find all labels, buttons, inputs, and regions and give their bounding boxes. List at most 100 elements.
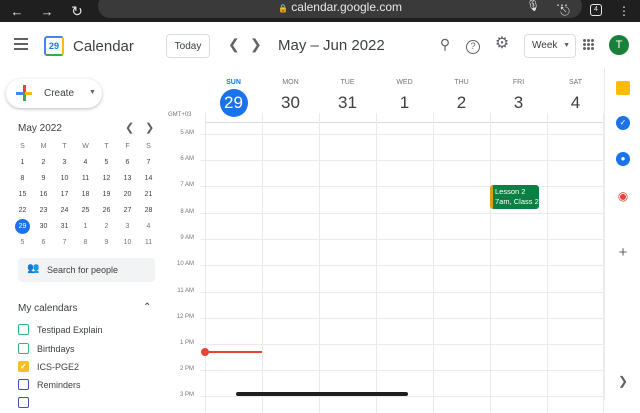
help-icon[interactable]: ? xyxy=(465,36,481,54)
day-header[interactable]: FRI 3 xyxy=(490,76,547,117)
chevron-left-icon[interactable]: ❮ xyxy=(228,36,240,53)
day-column-line xyxy=(262,113,263,413)
hour-line xyxy=(200,292,604,293)
weekday-header: W xyxy=(82,143,89,150)
back-arrow-icon[interactable]: ← xyxy=(8,0,26,22)
mini-day[interactable]: 2 xyxy=(33,155,54,171)
avatar[interactable]: T xyxy=(609,35,629,55)
mini-day[interactable]: 9 xyxy=(96,235,117,251)
mini-day[interactable]: 16 xyxy=(33,187,54,203)
mini-day[interactable]: 25 xyxy=(75,203,96,219)
mini-day[interactable]: 27 xyxy=(117,203,138,219)
day-header[interactable]: THU 2 xyxy=(433,76,490,117)
mini-day[interactable]: 15 xyxy=(12,187,33,203)
create-button[interactable]: Create ▼ xyxy=(6,79,102,108)
mini-day[interactable]: 14 xyxy=(138,171,159,187)
mini-day[interactable]: 2 xyxy=(96,219,117,235)
mini-day[interactable]: 4 xyxy=(75,155,96,171)
mini-day[interactable]: 6 xyxy=(33,235,54,251)
mini-week-row: 22 23 24 25 26 27 28 xyxy=(12,203,159,219)
mini-day[interactable]: 9 xyxy=(33,171,54,187)
mini-day[interactable]: 18 xyxy=(75,187,96,203)
checkbox[interactable] xyxy=(18,397,29,408)
mini-day[interactable]: 22 xyxy=(12,203,33,219)
reload-icon[interactable]: ↻ xyxy=(68,0,86,22)
calendar-event[interactable]: Lesson 2 7am, Class 2 xyxy=(490,185,539,209)
view-selector[interactable]: Week ▼ xyxy=(524,34,576,58)
mini-day[interactable]: 30 xyxy=(33,219,54,235)
share-icon[interactable]: ⎋ xyxy=(557,0,573,22)
mini-day[interactable]: 11 xyxy=(138,235,159,251)
mini-day[interactable]: 3 xyxy=(117,219,138,235)
today-button[interactable]: Today xyxy=(166,34,210,58)
mini-day[interactable]: 1 xyxy=(75,219,96,235)
weekday-header: T xyxy=(62,143,67,150)
mini-day[interactable]: 10 xyxy=(117,235,138,251)
contacts-icon[interactable]: ● xyxy=(616,152,630,166)
day-header[interactable]: SUN 29 xyxy=(205,76,262,117)
mini-day[interactable]: 24 xyxy=(54,203,75,219)
mini-day[interactable]: 11 xyxy=(75,171,96,187)
mini-day[interactable]: 26 xyxy=(96,203,117,219)
mini-week-row: 8 9 10 11 12 13 14 xyxy=(12,171,159,187)
mini-next-icon[interactable]: ❯ xyxy=(145,121,154,134)
mini-day[interactable]: 21 xyxy=(138,187,159,203)
week-grid[interactable] xyxy=(200,113,604,413)
apps-icon[interactable] xyxy=(583,39,594,50)
mini-calendar-title: May 2022 xyxy=(18,123,62,134)
my-calendars-title[interactable]: My calendars xyxy=(18,303,77,314)
mini-day[interactable]: 7 xyxy=(54,235,75,251)
mini-day[interactable]: 20 xyxy=(117,187,138,203)
chevron-right-icon[interactable]: ❯ xyxy=(250,36,262,53)
mini-day[interactable]: 23 xyxy=(33,203,54,219)
mini-day[interactable]: 5 xyxy=(12,235,33,251)
checkbox[interactable] xyxy=(18,343,29,354)
hour-line xyxy=(200,370,604,371)
chevron-up-icon[interactable]: ⌃ xyxy=(143,302,151,313)
people-search-input[interactable]: 👥 Search for people xyxy=(18,258,155,282)
calendar-header: 29 Calendar Today ❮ ❯ May – Jun 2022 ⚲ ?… xyxy=(0,22,640,68)
mini-day[interactable]: 8 xyxy=(12,171,33,187)
forward-arrow-icon[interactable]: → xyxy=(38,0,56,22)
more-vertical-icon[interactable]: ⋮ xyxy=(618,0,630,22)
day-number: 29 xyxy=(219,89,248,117)
mini-day[interactable]: 5 xyxy=(96,155,117,171)
mini-day-today[interactable]: 29 xyxy=(12,219,33,235)
add-icon[interactable]: + xyxy=(616,245,630,260)
mini-day[interactable]: 31 xyxy=(54,219,75,235)
address-bar[interactable]: 🔒 calendar.google.com 🎙 ⋯ xyxy=(98,0,582,18)
mini-day[interactable]: 17 xyxy=(54,187,75,203)
mini-day[interactable]: 8 xyxy=(75,235,96,251)
home-indicator[interactable] xyxy=(236,392,408,396)
mini-prev-icon[interactable]: ❮ xyxy=(125,121,134,134)
maps-icon[interactable]: ◉ xyxy=(616,189,630,203)
mini-day[interactable]: 10 xyxy=(54,171,75,187)
day-header[interactable]: MON 30 xyxy=(262,76,319,117)
mini-day[interactable]: 1 xyxy=(12,155,33,171)
mini-day[interactable]: 13 xyxy=(117,171,138,187)
menu-icon[interactable] xyxy=(14,38,28,50)
event-detail: 7am, Class 2 xyxy=(495,197,539,206)
mini-day[interactable]: 4 xyxy=(138,219,159,235)
tasks-icon[interactable]: ✓ xyxy=(616,116,630,130)
mini-day[interactable]: 28 xyxy=(138,203,159,219)
checkbox[interactable] xyxy=(18,379,29,390)
mini-day[interactable]: 3 xyxy=(54,155,75,171)
keep-icon[interactable] xyxy=(616,81,630,95)
day-header[interactable]: WED 1 xyxy=(376,76,433,117)
expand-icon[interactable]: ❯ xyxy=(616,374,630,388)
day-header[interactable]: SAT 4 xyxy=(547,76,604,117)
mic-icon[interactable]: 🎙 xyxy=(526,0,540,12)
settings-icon[interactable]: ⚙ xyxy=(494,36,510,52)
checkbox[interactable] xyxy=(18,324,29,335)
search-icon[interactable]: ⚲ xyxy=(437,36,453,52)
day-column-line xyxy=(319,113,320,413)
mini-day[interactable]: 12 xyxy=(96,171,117,187)
mini-day[interactable]: 19 xyxy=(96,187,117,203)
mini-day[interactable]: 6 xyxy=(117,155,138,171)
day-header[interactable]: TUE 31 xyxy=(319,76,376,117)
weekday-header: M xyxy=(40,143,47,150)
mini-day[interactable]: 7 xyxy=(138,155,159,171)
tabs-icon[interactable]: 4 xyxy=(590,4,602,16)
checkbox-checked[interactable]: ✓ xyxy=(18,361,29,372)
